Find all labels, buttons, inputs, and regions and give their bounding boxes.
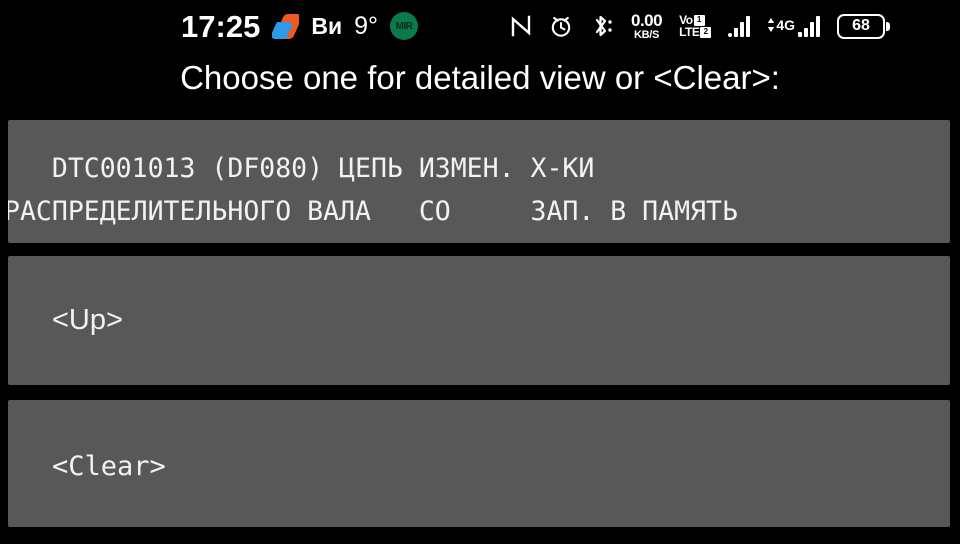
bluetooth-icon xyxy=(590,13,614,39)
clock: 17:25 xyxy=(181,8,261,44)
alarm-icon xyxy=(549,14,573,38)
status-bar-left: 17:25 Ви 9° MIR xyxy=(0,0,480,52)
network-speed-unit: KB/S xyxy=(634,28,660,41)
battery-level-label: 68 xyxy=(852,17,870,34)
signal-bars-sim1-icon xyxy=(728,15,751,37)
page-title: Choose one for detailed view or <Clear>: xyxy=(180,59,780,96)
network-speed-indicator: 0.00 KB/S xyxy=(631,10,663,41)
bank-app-icon xyxy=(272,13,300,39)
phone-screen: 17:25 Ви 9° MIR 0.00 KB/S Vo 1 LTE 2 4G … xyxy=(0,0,960,544)
clear-label: <Clear> xyxy=(52,451,166,482)
network-type-label: 4G xyxy=(776,16,796,33)
dtc-description-line: РАСПРЕДЕЛИТЕЛЬНОГО ВАЛА СО ЗАП. В ПАМЯТЬ xyxy=(8,196,738,227)
network-speed-value: 0.00 xyxy=(631,10,663,30)
data-arrows-icon xyxy=(767,17,775,32)
volte-indicator: Vo 1 LTE 2 xyxy=(679,14,712,39)
battery-tip-icon xyxy=(886,21,891,31)
signal-bars-sim2-group: 4G xyxy=(767,15,821,37)
sim1-badge: 1 xyxy=(693,14,705,26)
list-item-dtc[interactable]: DTC001013 (DF080) ЦЕПЬ ИЗМЕН. Х-КИ РАСПР… xyxy=(8,120,950,243)
status-bar-right: 0.00 KB/S Vo 1 LTE 2 4G 68 xyxy=(480,0,960,52)
signal-bars-icon xyxy=(798,15,821,37)
nfc-icon xyxy=(510,14,532,38)
up-label: <Up> xyxy=(52,304,123,336)
mir-badge-icon: MIR xyxy=(390,12,418,40)
weather-label: Ви xyxy=(311,12,343,39)
battery-indicator: 68 xyxy=(837,13,891,39)
volte-lte-label: LTE xyxy=(679,25,700,39)
temperature-label: 9° xyxy=(354,11,378,40)
network-type-label-group: 4G xyxy=(767,16,796,33)
status-bar: 17:25 Ви 9° MIR 0.00 KB/S Vo 1 LTE 2 4G … xyxy=(0,0,960,52)
list-item-clear[interactable]: <Clear> xyxy=(8,400,950,527)
sim2-badge: 2 xyxy=(700,26,712,38)
dtc-code-line: DTC001013 (DF080) ЦЕПЬ ИЗМЕН. Х-КИ xyxy=(8,153,595,184)
list-item-up[interactable]: <Up> xyxy=(8,256,950,385)
